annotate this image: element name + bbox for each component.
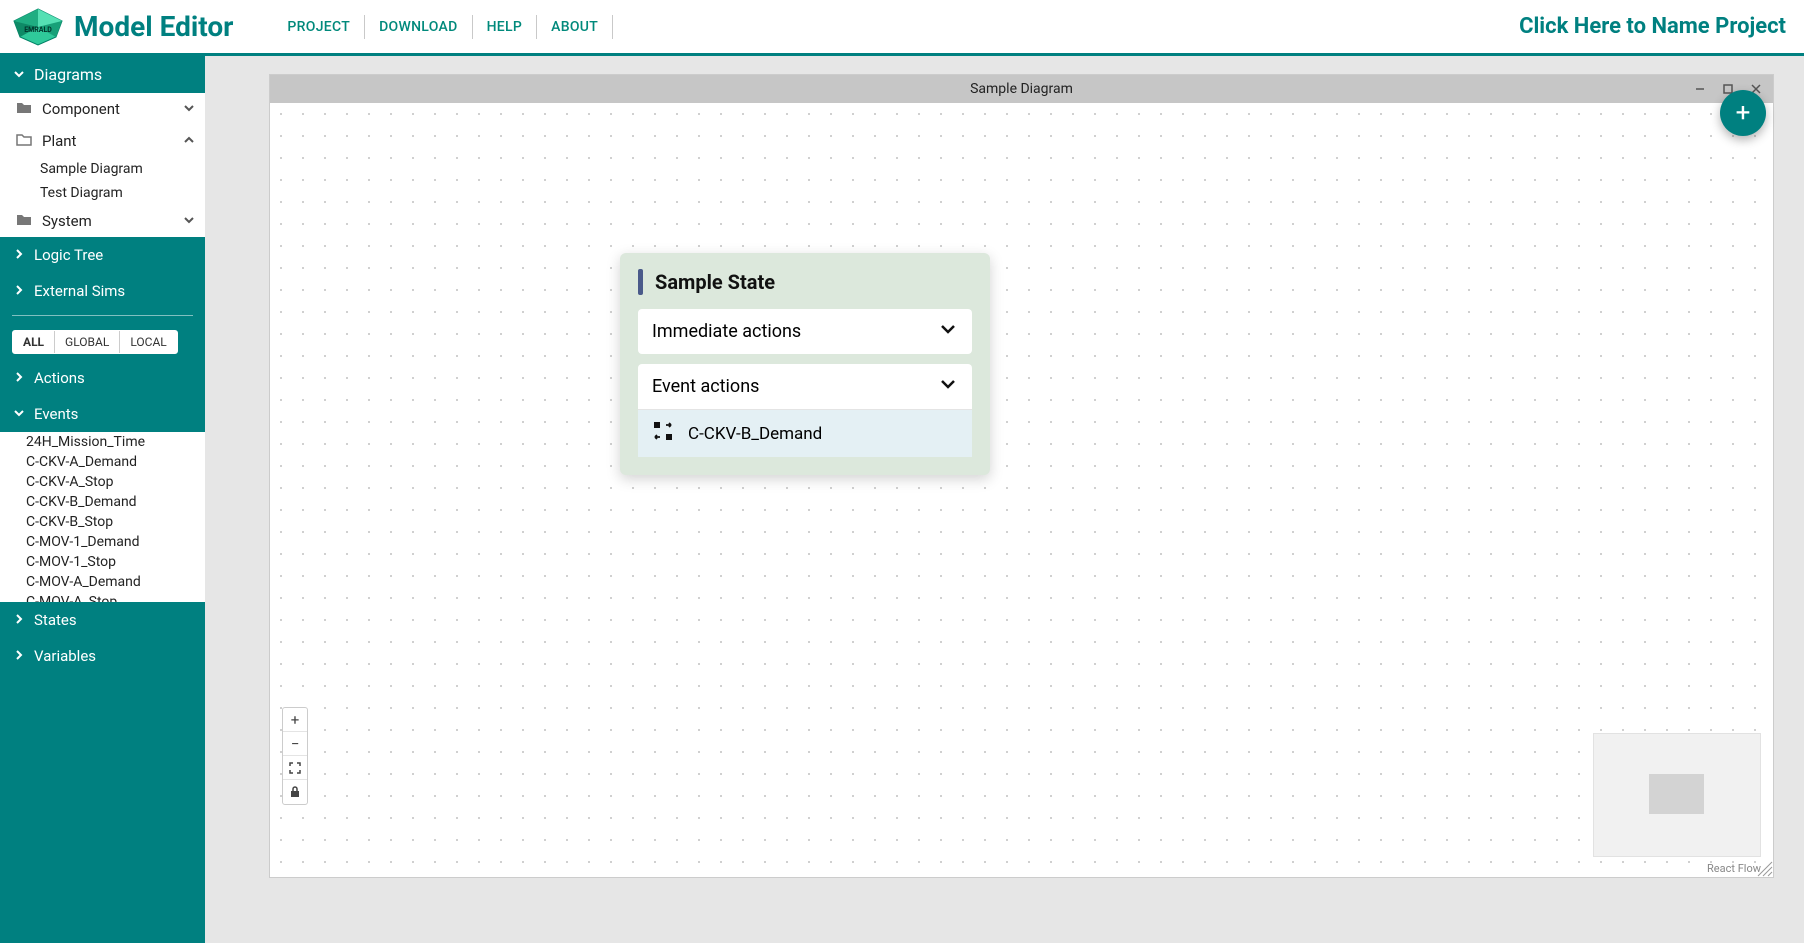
folder-icon xyxy=(16,212,34,230)
chevron-down-icon xyxy=(938,374,958,399)
topbar: EMRALD Model Editor PROJECT DOWNLOAD HEL… xyxy=(0,0,1804,56)
folder-icon xyxy=(16,100,34,118)
sidebar-section-variables[interactable]: Variables xyxy=(0,638,205,674)
chevron-right-icon xyxy=(12,282,26,300)
add-fab[interactable]: + xyxy=(1720,90,1766,136)
tree-group-plant[interactable]: Plant xyxy=(0,125,205,157)
event-item[interactable]: C-MOV-1_Demand xyxy=(0,532,205,552)
events-list[interactable]: 24H_Mission_Time C-CKV-A_Demand C-CKV-A_… xyxy=(0,432,205,602)
event-item[interactable]: 24H_Mission_Time xyxy=(0,432,205,452)
event-item[interactable]: C-CKV-A_Demand xyxy=(0,452,205,472)
tree-group-label: Component xyxy=(42,100,120,118)
tree-group-component[interactable]: Component xyxy=(0,93,205,125)
event-item[interactable]: C-MOV-A_Stop xyxy=(0,592,205,602)
sidebar-section-states[interactable]: States xyxy=(0,602,205,638)
window-title: Sample Diagram xyxy=(970,81,1073,97)
chevron-up-icon xyxy=(183,132,195,150)
chevron-down-icon xyxy=(938,319,958,344)
zoom-out-button[interactable]: − xyxy=(283,732,307,756)
minimap-node xyxy=(1649,774,1704,814)
menu-project[interactable]: PROJECT xyxy=(273,15,365,39)
state-node[interactable]: Sample State Immediate actions Event act xyxy=(620,253,990,475)
tree-item-test-diagram[interactable]: Test Diagram xyxy=(0,181,205,205)
accordion-label: Immediate actions xyxy=(652,321,801,342)
minimap[interactable] xyxy=(1593,733,1761,857)
tree-group-system[interactable]: System xyxy=(0,205,205,237)
event-item[interactable]: C-CKV-B_Demand xyxy=(0,492,205,512)
emrald-logo: EMRALD xyxy=(8,7,68,47)
chevron-down-icon xyxy=(12,405,26,423)
sidebar-section-label: States xyxy=(34,611,77,629)
sidebar: Diagrams Component Plant xyxy=(0,56,205,943)
sidebar-section-external-sims[interactable]: External Sims xyxy=(0,273,205,309)
reactflow-attribution: React Flow xyxy=(1707,862,1761,875)
chevron-down-icon xyxy=(183,212,195,230)
scope-filter: ALL GLOBAL LOCAL xyxy=(12,330,178,354)
filter-all[interactable]: ALL xyxy=(13,331,55,353)
filter-local[interactable]: LOCAL xyxy=(120,331,176,353)
event-item[interactable]: C-MOV-A_Demand xyxy=(0,572,205,592)
resize-handle[interactable] xyxy=(1757,861,1773,877)
canvas[interactable]: Sample State Immediate actions Event act xyxy=(270,103,1773,877)
state-color-chip xyxy=(638,269,643,295)
menu-download[interactable]: DOWNLOAD xyxy=(365,15,473,39)
sidebar-section-label: Actions xyxy=(34,369,85,387)
swap-icon xyxy=(652,420,674,447)
tree-item-sample-diagram[interactable]: Sample Diagram xyxy=(0,157,205,181)
event-item[interactable]: C-CKV-A_Stop xyxy=(0,472,205,492)
event-action-label: C-CKV-B_Demand xyxy=(688,424,822,444)
chevron-down-icon xyxy=(183,100,195,118)
diagram-window: Sample Diagram xyxy=(269,74,1774,878)
lock-button[interactable] xyxy=(283,780,307,804)
chevron-right-icon xyxy=(12,647,26,665)
sidebar-section-label: External Sims xyxy=(34,282,125,300)
sidebar-section-label: Logic Tree xyxy=(34,246,103,264)
chevron-right-icon xyxy=(12,611,26,629)
sidebar-section-label: Variables xyxy=(34,647,96,665)
sidebar-section-actions[interactable]: Actions xyxy=(0,360,205,396)
sidebar-section-logic-tree[interactable]: Logic Tree xyxy=(0,237,205,273)
event-item[interactable]: C-MOV-1_Stop xyxy=(0,552,205,572)
plus-icon: + xyxy=(1736,98,1751,128)
fit-view-button[interactable] xyxy=(283,756,307,780)
svg-text:EMRALD: EMRALD xyxy=(24,26,52,34)
immediate-actions-accordion[interactable]: Immediate actions xyxy=(638,309,972,354)
accordion-label: Event actions xyxy=(652,376,759,397)
chevron-down-icon xyxy=(12,65,26,84)
sidebar-section-label: Events xyxy=(34,405,78,423)
tree-group-label: System xyxy=(42,212,92,230)
main-area: Sample Diagram xyxy=(205,56,1804,943)
zoom-in-button[interactable]: + xyxy=(283,708,307,732)
chevron-right-icon xyxy=(12,246,26,264)
sidebar-section-label: Diagrams xyxy=(34,65,102,84)
app-title: Model Editor xyxy=(74,10,233,43)
menu-about[interactable]: ABOUT xyxy=(537,15,613,39)
main-menu: PROJECT DOWNLOAD HELP ABOUT xyxy=(273,15,613,39)
chevron-right-icon xyxy=(12,369,26,387)
state-title: Sample State xyxy=(655,270,775,294)
sidebar-section-diagrams[interactable]: Diagrams xyxy=(0,56,205,93)
window-titlebar[interactable]: Sample Diagram xyxy=(270,75,1773,103)
event-action-item[interactable]: C-CKV-B_Demand xyxy=(638,409,972,457)
menu-help[interactable]: HELP xyxy=(473,15,538,39)
tree-group-label: Plant xyxy=(42,132,76,150)
event-actions-accordion[interactable]: Event actions xyxy=(638,364,972,457)
zoom-controls: + − xyxy=(282,707,308,805)
filter-global[interactable]: GLOBAL xyxy=(55,331,120,353)
diagrams-tree: Component Plant Sample Diagram Test Diag… xyxy=(0,93,205,237)
folder-open-icon xyxy=(16,132,34,150)
window-minimize-button[interactable] xyxy=(1687,77,1713,101)
sidebar-section-events[interactable]: Events xyxy=(0,396,205,432)
project-name-link[interactable]: Click Here to Name Project xyxy=(1519,14,1786,39)
event-item[interactable]: C-CKV-B_Stop xyxy=(0,512,205,532)
